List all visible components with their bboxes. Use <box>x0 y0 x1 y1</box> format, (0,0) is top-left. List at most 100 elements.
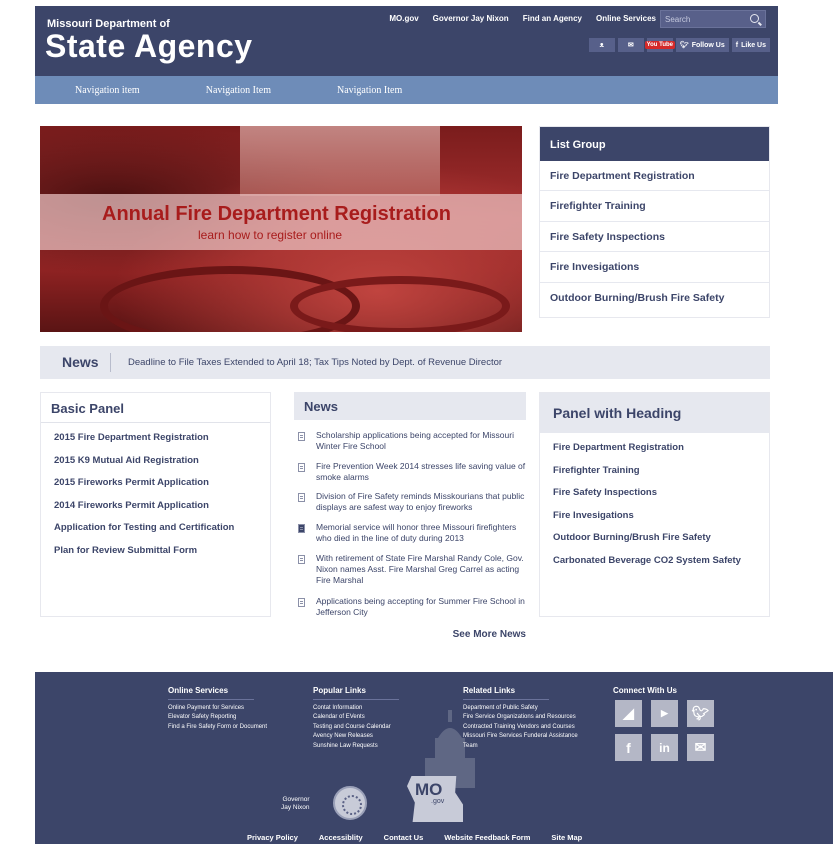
facebook-icon: f <box>735 41 739 49</box>
news-headline[interactable]: Division of Fire Safety reminds Misskour… <box>316 491 528 513</box>
footer-link[interactable]: Contat Information <box>313 704 399 713</box>
basic-panel-link[interactable]: 2015 Fireworks Permit Application <box>41 472 270 495</box>
privacy-policy-link[interactable]: Privacy Policy <box>247 833 298 842</box>
basic-panel-link[interactable]: 2015 Fire Department Registration <box>41 427 270 450</box>
footer-link[interactable]: Testing and Course Calendar <box>313 723 399 732</box>
footer-link[interactable]: Avency New Releases <box>313 732 399 741</box>
basic-panel-link[interactable]: Plan for Review Submittal Form <box>41 540 270 563</box>
hero-subtitle[interactable]: learn how to register online <box>198 228 342 242</box>
mo-gov-logo[interactable]: MO .gov <box>407 776 463 822</box>
news-panel-heading: News <box>294 392 526 420</box>
footer-link[interactable]: Elevator Safety Reporting <box>168 713 267 722</box>
twitter-icon[interactable]: 🐦︎ <box>687 700 714 727</box>
footer-link[interactable]: Department of Public Safety <box>463 704 578 713</box>
panel-link[interactable]: Firefighter Training <box>540 460 769 483</box>
facebook-like-label: Like Us <box>741 41 766 49</box>
hero-caption: Annual Fire Department Registration lear… <box>40 194 522 250</box>
document-icon <box>298 493 305 502</box>
nav-item-1[interactable]: Navigation item <box>75 85 140 96</box>
facebook-icon[interactable]: f <box>615 734 642 761</box>
rss-icon[interactable]: ◢ <box>615 700 642 727</box>
top-link-mogov[interactable]: MO.gov <box>389 14 418 23</box>
top-link-governor[interactable]: Governor Jay Nixon <box>433 14 509 23</box>
news-ticker-headline[interactable]: Deadline to File Taxes Extended to April… <box>128 357 502 368</box>
site-footer: Online Services Online Payment for Servi… <box>35 672 833 844</box>
footer-column-related-links: Related Links Department of Public Safet… <box>463 686 578 751</box>
accessibility-link[interactable]: Accessiblity <box>319 833 363 842</box>
youtube-icon: You Tube <box>644 41 676 49</box>
news-headline[interactable]: Memorial service will honor three Missou… <box>316 522 528 544</box>
site-map-link[interactable]: Site Map <box>551 833 582 842</box>
list-group-item[interactable]: Fire Invesigations <box>540 252 769 283</box>
nav-item-3[interactable]: Navigation Item <box>337 85 402 96</box>
footer-column-popular-links: Popular Links Contat Information Calenda… <box>313 686 399 751</box>
see-more-news-link[interactable]: See More News <box>453 629 526 640</box>
footer-column-title: Popular Links <box>313 686 399 700</box>
top-link-find-agency[interactable]: Find an Agency <box>523 14 582 23</box>
main-navigation: Navigation item Navigation Item Navigati… <box>35 76 778 104</box>
footer-link[interactable]: Find a Fire Safety Form or Document <box>168 723 267 732</box>
panel-link[interactable]: Fire Safety Inspections <box>540 482 769 505</box>
email-button[interactable]: ✉ <box>617 38 644 52</box>
top-links: MO.gov Governor Jay Nixon Find an Agency… <box>389 14 656 23</box>
hero-carousel[interactable]: Annual Fire Department Registration lear… <box>40 126 522 332</box>
hero-title[interactable]: Annual Fire Department Registration <box>102 203 451 226</box>
rss-icon: ᴥ <box>599 41 604 49</box>
twitter-follow-button[interactable]: 🐦︎ Follow Us <box>675 38 729 52</box>
basic-panel-link[interactable]: 2014 Fireworks Permit Application <box>41 495 270 518</box>
basic-panel-link[interactable]: Application for Testing and Certificatio… <box>41 517 270 540</box>
panel-heading: Panel with Heading <box>540 393 769 433</box>
list-group: List Group Fire Department Registration … <box>539 126 770 318</box>
news-ticker: News Deadline to File Taxes Extended to … <box>40 346 770 379</box>
search-icon[interactable] <box>750 14 759 23</box>
panel-link-list: Fire Department Registration Firefighter… <box>540 433 769 573</box>
basic-panel-link[interactable]: 2015 K9 Mutual Aid Registration <box>41 450 270 473</box>
state-seal-icon <box>333 786 367 820</box>
search-box <box>660 10 766 28</box>
mo-gov-logo-suffix: .gov <box>431 798 445 805</box>
facebook-like-button[interactable]: f Like Us <box>731 38 770 52</box>
youtube-icon[interactable]: ▶ <box>651 700 678 727</box>
footer-link[interactable]: Sunshine Law Requests <box>313 742 399 751</box>
connect-heading: Connect With Us <box>613 686 677 695</box>
list-group-item[interactable]: Fire Department Registration <box>540 161 769 192</box>
top-link-online-services[interactable]: Online Services <box>596 14 656 23</box>
news-ticker-label: News <box>62 354 99 370</box>
brand-title[interactable]: State Agency <box>45 28 253 65</box>
email-icon[interactable]: ✉ <box>687 734 714 761</box>
footer-column-title: Online Services <box>168 686 254 700</box>
panel-link[interactable]: Fire Invesigations <box>540 505 769 528</box>
footer-link[interactable]: Contracted Training Vendors and Courses <box>463 723 578 732</box>
footer-link[interactable]: Online Payment for Services <box>168 704 267 713</box>
search-input[interactable] <box>665 13 745 25</box>
document-icon <box>298 432 305 441</box>
basic-panel-heading: Basic Panel <box>41 393 270 423</box>
footer-link[interactable]: Missouri Fire Services Funderal Assistan… <box>463 732 578 741</box>
list-group-item[interactable]: Firefighter Training <box>540 191 769 222</box>
footer-link[interactable]: Calendar of EVents <box>313 713 399 722</box>
list-group-item[interactable]: Outdoor Burning/Brush Fire Safety <box>540 283 769 313</box>
panel-link[interactable]: Outdoor Burning/Brush Fire Safety <box>540 527 769 550</box>
image-icon <box>298 524 305 533</box>
governor-label[interactable]: Governor Jay Nixon <box>281 796 310 812</box>
contact-us-link[interactable]: Contact Us <box>384 833 424 842</box>
youtube-button[interactable]: You Tube <box>644 38 676 52</box>
news-headline[interactable]: Applications being accepting for Summer … <box>316 596 528 618</box>
nav-item-2[interactable]: Navigation Item <box>206 85 271 96</box>
rss-button[interactable]: ᴥ <box>588 38 615 52</box>
news-headline[interactable]: With retirement of State Fire Marshal Ra… <box>316 553 528 586</box>
email-icon: ✉ <box>627 42 634 49</box>
feedback-form-link[interactable]: Website Feedback Form <box>444 833 530 842</box>
footer-column-online-services: Online Services Online Payment for Servi… <box>168 686 267 732</box>
panel-link[interactable]: Fire Department Registration <box>540 437 769 460</box>
list-group-item[interactable]: Fire Safety Inspections <box>540 222 769 253</box>
footer-column-title: Related Links <box>463 686 549 700</box>
footer-link[interactable]: Fire Service Organizations and Resources <box>463 713 578 722</box>
footer-link[interactable]: Team <box>463 742 578 751</box>
document-icon <box>298 555 305 564</box>
hero-image-door <box>240 126 440 196</box>
linkedin-icon[interactable]: in <box>651 734 678 761</box>
panel-link[interactable]: Carbonated Beverage CO2 System Safety <box>540 550 769 573</box>
news-headline[interactable]: Scholarship applications being accepted … <box>316 430 528 452</box>
news-headline[interactable]: Fire Prevention Week 2014 stresses life … <box>316 461 528 483</box>
